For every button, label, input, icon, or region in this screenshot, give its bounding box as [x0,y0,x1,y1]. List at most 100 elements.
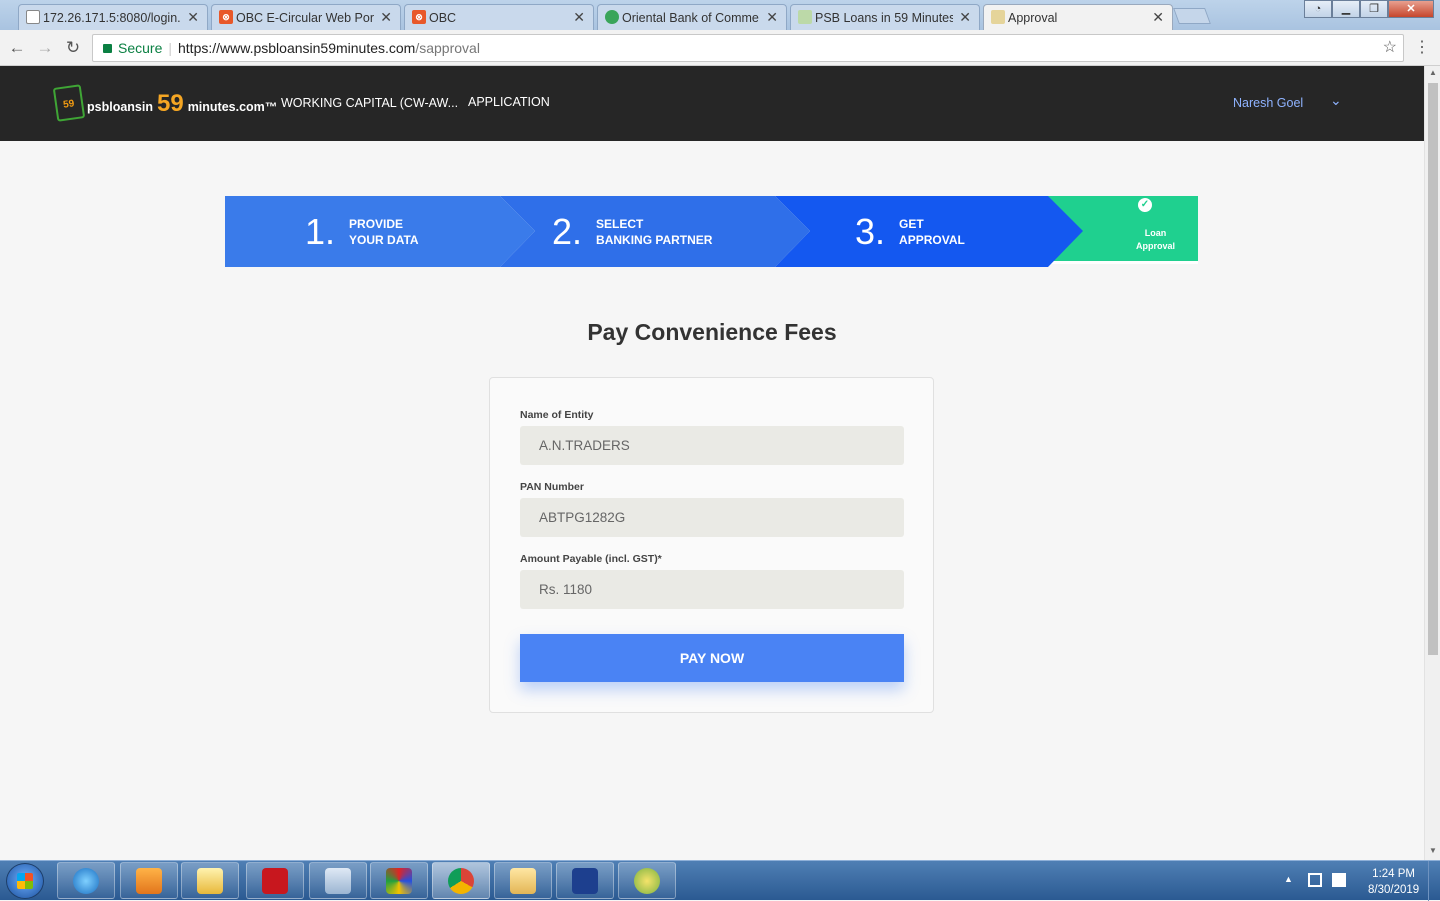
payment-form-card: Name of Entity A.N.TRADERS PAN Number AB… [489,377,934,713]
explorer-icon[interactable] [494,862,552,899]
scroll-thumb[interactable] [1428,83,1438,655]
scroll-up-icon[interactable]: ▲ [1425,68,1440,77]
start-button[interactable] [6,863,44,899]
network-icon[interactable] [1308,873,1322,887]
action-center-icon[interactable] [1332,873,1346,887]
forward-icon[interactable]: → [34,37,56,59]
back-icon[interactable]: ← [6,37,28,59]
outlook-icon[interactable] [181,862,239,899]
obc-icon: ⊗ [219,10,233,24]
acrobat-icon[interactable] [246,862,304,899]
tab-oriental-bank[interactable]: Oriental Bank of Comme ✕ [597,4,787,30]
step-provide-data: 1. PROVIDE YOUR DATA [225,196,535,267]
lock-icon [103,44,112,53]
show-desktop-button[interactable] [1428,861,1440,901]
secure-label: Secure [118,40,163,56]
windows-taskbar: ▲ 1:24 PM 8/30/2019 [0,860,1440,901]
tab-label: 172.26.171.5:8080/login. [43,10,181,25]
psb-logo-icon[interactable]: 59 [52,84,86,122]
media-player-icon[interactable] [120,862,178,899]
tab-label: Approval [1008,10,1058,25]
step-line2: Approval [1135,241,1175,251]
pan-field[interactable]: ABTPG1282G [520,498,904,537]
page-icon [26,10,40,24]
chevron-down-icon[interactable]: ⌄ [1330,92,1342,109]
bookmark-star-icon[interactable]: ☆ [1383,35,1397,61]
windows-logo-icon [17,873,33,889]
maximize-button[interactable]: ❐ [1360,0,1388,18]
close-icon[interactable]: ✕ [380,9,392,26]
logo-prefix: psbloansin [87,100,153,114]
amount-label: Amount Payable (incl. GST)* [520,553,662,565]
user-icon[interactable]: ◔ [1304,0,1332,18]
close-icon[interactable]: ✕ [1152,9,1164,26]
url-host: https://www.psbloansin59minutes.com [178,40,416,56]
url-input[interactable]: Secure | https://www.psbloansin59minutes.c… [92,34,1404,62]
minimize-button[interactable]: ▁ [1332,0,1360,18]
tab-login[interactable]: 172.26.171.5:8080/login. ✕ [18,4,208,30]
close-icon[interactable]: ✕ [573,9,585,26]
logo-number: 59 [156,90,184,117]
clock-time: 1:24 PM [1372,868,1415,880]
browser-menu-icon[interactable]: ⋮ [1414,37,1430,57]
tab-label: Oriental Bank of Comme [622,10,759,25]
close-icon[interactable]: ✕ [959,9,971,26]
address-bar-row: ← → ↻ Secure | https://www.psbloansin59min… [0,30,1440,66]
pan-label: PAN Number [520,481,584,493]
step-line1: PROVIDE [349,216,404,231]
entity-label: Name of Entity [520,409,594,421]
tab-psb-loans[interactable]: PSB Loans in 59 Minutes ✕ [790,4,980,30]
nav-application[interactable]: APPLICATION [468,95,550,109]
clock-date: 8/30/2019 [1368,884,1420,896]
step-line2: BANKING PARTNER [596,232,713,247]
tray-expand-icon[interactable]: ▲ [1284,874,1293,884]
page-scrollbar[interactable]: ▲ ▼ [1424,66,1440,860]
entity-field[interactable]: A.N.TRADERS [520,426,904,465]
iw-icon[interactable] [556,862,614,899]
close-icon[interactable]: ✕ [766,9,778,26]
step-number: 1. [305,210,336,252]
obc-bank-icon [605,10,619,24]
user-menu[interactable]: Naresh Goel [1233,96,1303,110]
step-line1: Loan [1144,228,1167,238]
system-tray: ▲ 1:24 PM 8/30/2019 [1270,861,1440,901]
url-path: /sapproval [415,40,480,56]
scroll-down-icon[interactable]: ▼ [1425,846,1440,855]
notepad-icon[interactable] [309,862,367,899]
browser-tab-strip: 172.26.171.5:8080/login. ✕ ⊗ OBC E-Circu… [0,0,1440,30]
obc-icon: ⊗ [412,10,426,24]
product-dropdown[interactable]: WORKING CAPITAL (CW-AW... [281,96,458,110]
page-title: Pay Convenience Fees [587,319,837,345]
progress-steps: 1. PROVIDE YOUR DATA 2. SELECT BANKING PAR… [225,196,1198,267]
chrome-icon[interactable] [432,862,490,899]
step-line1: GET [899,216,924,231]
tab-label: OBC [429,10,457,25]
new-tab-button[interactable] [1173,8,1211,24]
tab-obc-ecircular[interactable]: ⊗ OBC E-Circular Web Port ✕ [211,4,401,30]
step-line1: SELECT [596,216,644,231]
psb-icon [798,10,812,24]
step-select-partner: 2. SELECT BANKING PARTNER [500,196,810,267]
window-controls: ◔ ▁ ❐ ✕ [1304,0,1434,18]
step-number: 3. [855,210,886,252]
tab-label: PSB Loans in 59 Minutes [815,10,954,25]
tab-label: OBC E-Circular Web Port [236,10,375,25]
close-icon[interactable]: ✕ [187,9,199,26]
tab-approval[interactable]: Approval ✕ [983,4,1173,30]
window-close-button[interactable]: ✕ [1388,0,1434,18]
site-logo[interactable]: psbloansin 59 minutes.com™ [87,90,277,118]
paint-icon[interactable] [370,862,428,899]
step-number: 2. [552,210,583,252]
logo-suffix: minutes.com™ [187,100,278,114]
pay-now-button[interactable]: PAY NOW [520,634,904,682]
reload-icon[interactable]: ↻ [62,37,84,59]
tab-obc[interactable]: ⊗ OBC ✕ [404,4,594,30]
psb-app-icon[interactable] [618,862,676,899]
step-get-approval: 3. GET APPROVAL [775,196,1083,267]
psb-icon [991,10,1005,24]
ie-icon[interactable] [57,862,115,899]
clock[interactable]: 1:24 PM 8/30/2019 [1368,866,1419,898]
step-line2: YOUR DATA [349,232,419,247]
amount-field[interactable]: Rs. 1180 [520,570,904,609]
step-line2: APPROVAL [899,232,965,247]
